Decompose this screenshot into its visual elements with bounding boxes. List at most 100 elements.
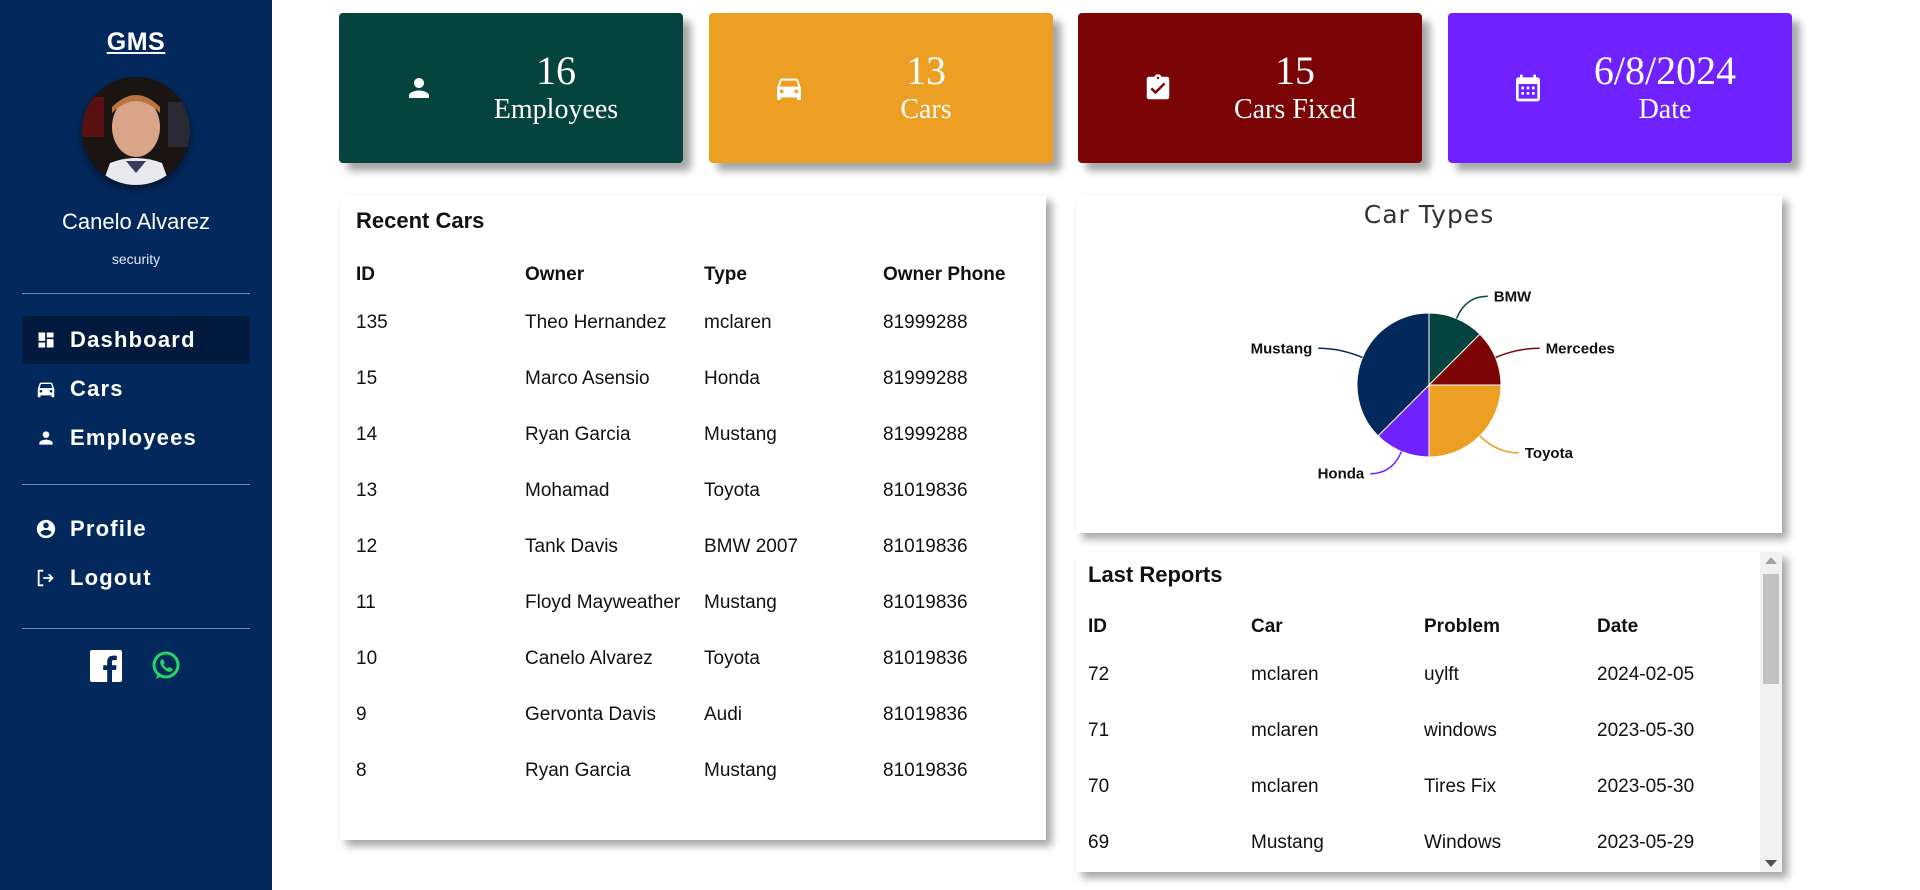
nav-item-profile[interactable]: Profile [22,505,250,553]
table-cell: 2023-05-30 [1597,720,1695,741]
pie-leader-line [1318,347,1363,359]
table-row[interactable]: 69 Mustang Windows 2023-05-29 [1088,815,1748,871]
column-header: Type [704,264,747,285]
table-cell: Mustang [704,424,777,445]
table-row[interactable]: 15 Marco Asensio Honda 81999288 [356,351,1036,407]
table-row[interactable]: 135 Theo Hernandez mclaren 81999288 [356,295,1036,351]
stat-card-cars: 13 Cars [709,13,1053,163]
scroll-up-icon[interactable] [1765,557,1777,564]
table-row[interactable]: 13 Mohamad Toyota 81019836 [356,463,1036,519]
table-cell: Windows [1424,832,1502,853]
brand-title[interactable]: GMS [107,28,165,57]
stat-card-employees: 16 Employees [339,13,683,163]
table-row[interactable]: 14 Ryan Garcia Mustang 81999288 [356,407,1036,463]
whatsapp-icon[interactable] [149,649,183,683]
table-cell: 81019836 [883,760,968,781]
clipboard-check-icon [1118,73,1198,103]
table-cell: BMW 2007 [704,536,798,557]
nav-item-dashboard[interactable]: Dashboard [22,316,250,364]
table-cell: Mohamad [525,480,610,501]
stat-value: 6/8/2024 [1593,48,1737,93]
table-row[interactable]: 71 mclaren windows 2023-05-30 [1088,703,1748,759]
table-row[interactable]: 10 Canelo Alvarez Toyota 81019836 [356,631,1036,687]
nav-item-label: Logout [70,565,152,590]
table-cell: 9 [356,704,367,725]
sidebar: GMS Canelo Alvarez security Dashboard Ca… [0,0,272,890]
table-cell: mclaren [1251,776,1319,797]
stat-label: Date [1638,94,1692,125]
table-cell: 10 [356,648,378,669]
panel-title: Last Reports [1088,562,1223,587]
nav-item-cars[interactable]: Cars [22,365,250,413]
table-cell: 81999288 [883,424,968,445]
table-cell: Canelo Alvarez [525,648,653,669]
nav-item-employees[interactable]: Employees [22,414,250,462]
column-header: Car [1251,616,1283,637]
table-cell: 135 [356,312,388,333]
pie-leader-line [1370,451,1403,475]
table-cell: 81019836 [883,480,968,501]
table-cell: Ryan Garcia [525,424,631,445]
table-cell: 11 [356,592,376,613]
avatar [82,77,190,185]
table-row[interactable]: 70 mclaren Tires Fix 2023-05-30 [1088,759,1748,815]
table-row[interactable]: 8 Ryan Garcia Mustang 81019836 [356,743,1036,799]
table-cell: 2023-05-29 [1597,832,1695,853]
pie-label: Mercedes [1546,340,1615,357]
scrollbar-thumb[interactable] [1763,574,1779,684]
table-cell: Audi [704,704,743,725]
table-cell: Toyota [704,648,760,669]
recent-cars-panel: Recent Cars ID Owner Type Owner Phone 13… [340,195,1046,840]
column-header: ID [356,264,375,285]
column-header: Date [1597,616,1639,637]
pie-leader-line [1479,435,1519,454]
account-nav: Profile Logout [22,505,250,603]
recent-cars-table: ID Owner Type Owner Phone 135 Theo Hernan… [356,255,1036,799]
column-header: ID [1088,616,1107,637]
pie-leader-line [1455,295,1488,319]
table-row[interactable]: 11 Floyd Mayweather Mustang 81019836 [356,575,1036,631]
pie-chart: BMW Mercedes Toyota Honda Mustang [1251,288,1615,482]
column-header: Problem [1424,616,1501,637]
column-header: Owner [525,264,585,285]
nav-item-label: Profile [70,516,147,541]
car-icon [749,72,829,104]
table-cell: 81999288 [883,368,968,389]
pie-slice-toyota[interactable] [1428,384,1502,458]
table-cell: uylft [1424,664,1459,685]
last-reports-table: ID Car Problem Date 72 mclaren uylft 2024-0… [1088,607,1748,871]
table-cell: mclaren [1251,664,1319,685]
nav-item-label: Employees [70,425,197,450]
stat-card-date: 6/8/2024 Date [1448,13,1792,163]
nav-item-logout[interactable]: Logout [22,554,250,602]
table-cell: Marco Asensio [525,368,650,389]
table-row[interactable]: 72 mclaren uylft 2024-02-05 [1088,647,1748,703]
table-cell: mclaren [1251,720,1319,741]
table-cell: 2024-02-05 [1597,664,1695,685]
user-name: Canelo Alvarez [62,209,210,234]
stat-value: 15 [1275,48,1315,93]
table-cell: 13 [356,480,378,501]
table-cell: mclaren [704,312,772,333]
stat-card-cars-fixed: 15 Cars Fixed [1078,13,1422,163]
column-header: Owner Phone [883,264,1006,285]
table-row[interactable]: 9 Gervonta Davis Audi 81019836 [356,687,1036,743]
panel-title: Recent Cars [356,208,485,233]
last-reports-panel: Last Reports ID Car Problem Date 72 mclar… [1076,552,1782,872]
dashboard-icon [34,328,58,352]
table-cell: Mustang [1251,832,1324,853]
nav-item-label: Cars [70,376,124,401]
table-row[interactable]: 12 Tank Davis BMW 2007 81019836 [356,519,1036,575]
table-cell: 81019836 [883,536,968,557]
calendar-icon [1488,72,1568,104]
scrollbar[interactable] [1760,552,1782,872]
stat-value: 16 [536,48,576,93]
table-cell: 8 [356,760,367,781]
scroll-down-icon[interactable] [1765,860,1777,867]
divider [22,293,250,294]
account-circle-icon [34,517,58,541]
logout-icon [34,566,58,590]
facebook-icon[interactable] [89,649,123,683]
stat-label: Employees [493,94,619,125]
table-cell: 81999288 [883,312,968,333]
